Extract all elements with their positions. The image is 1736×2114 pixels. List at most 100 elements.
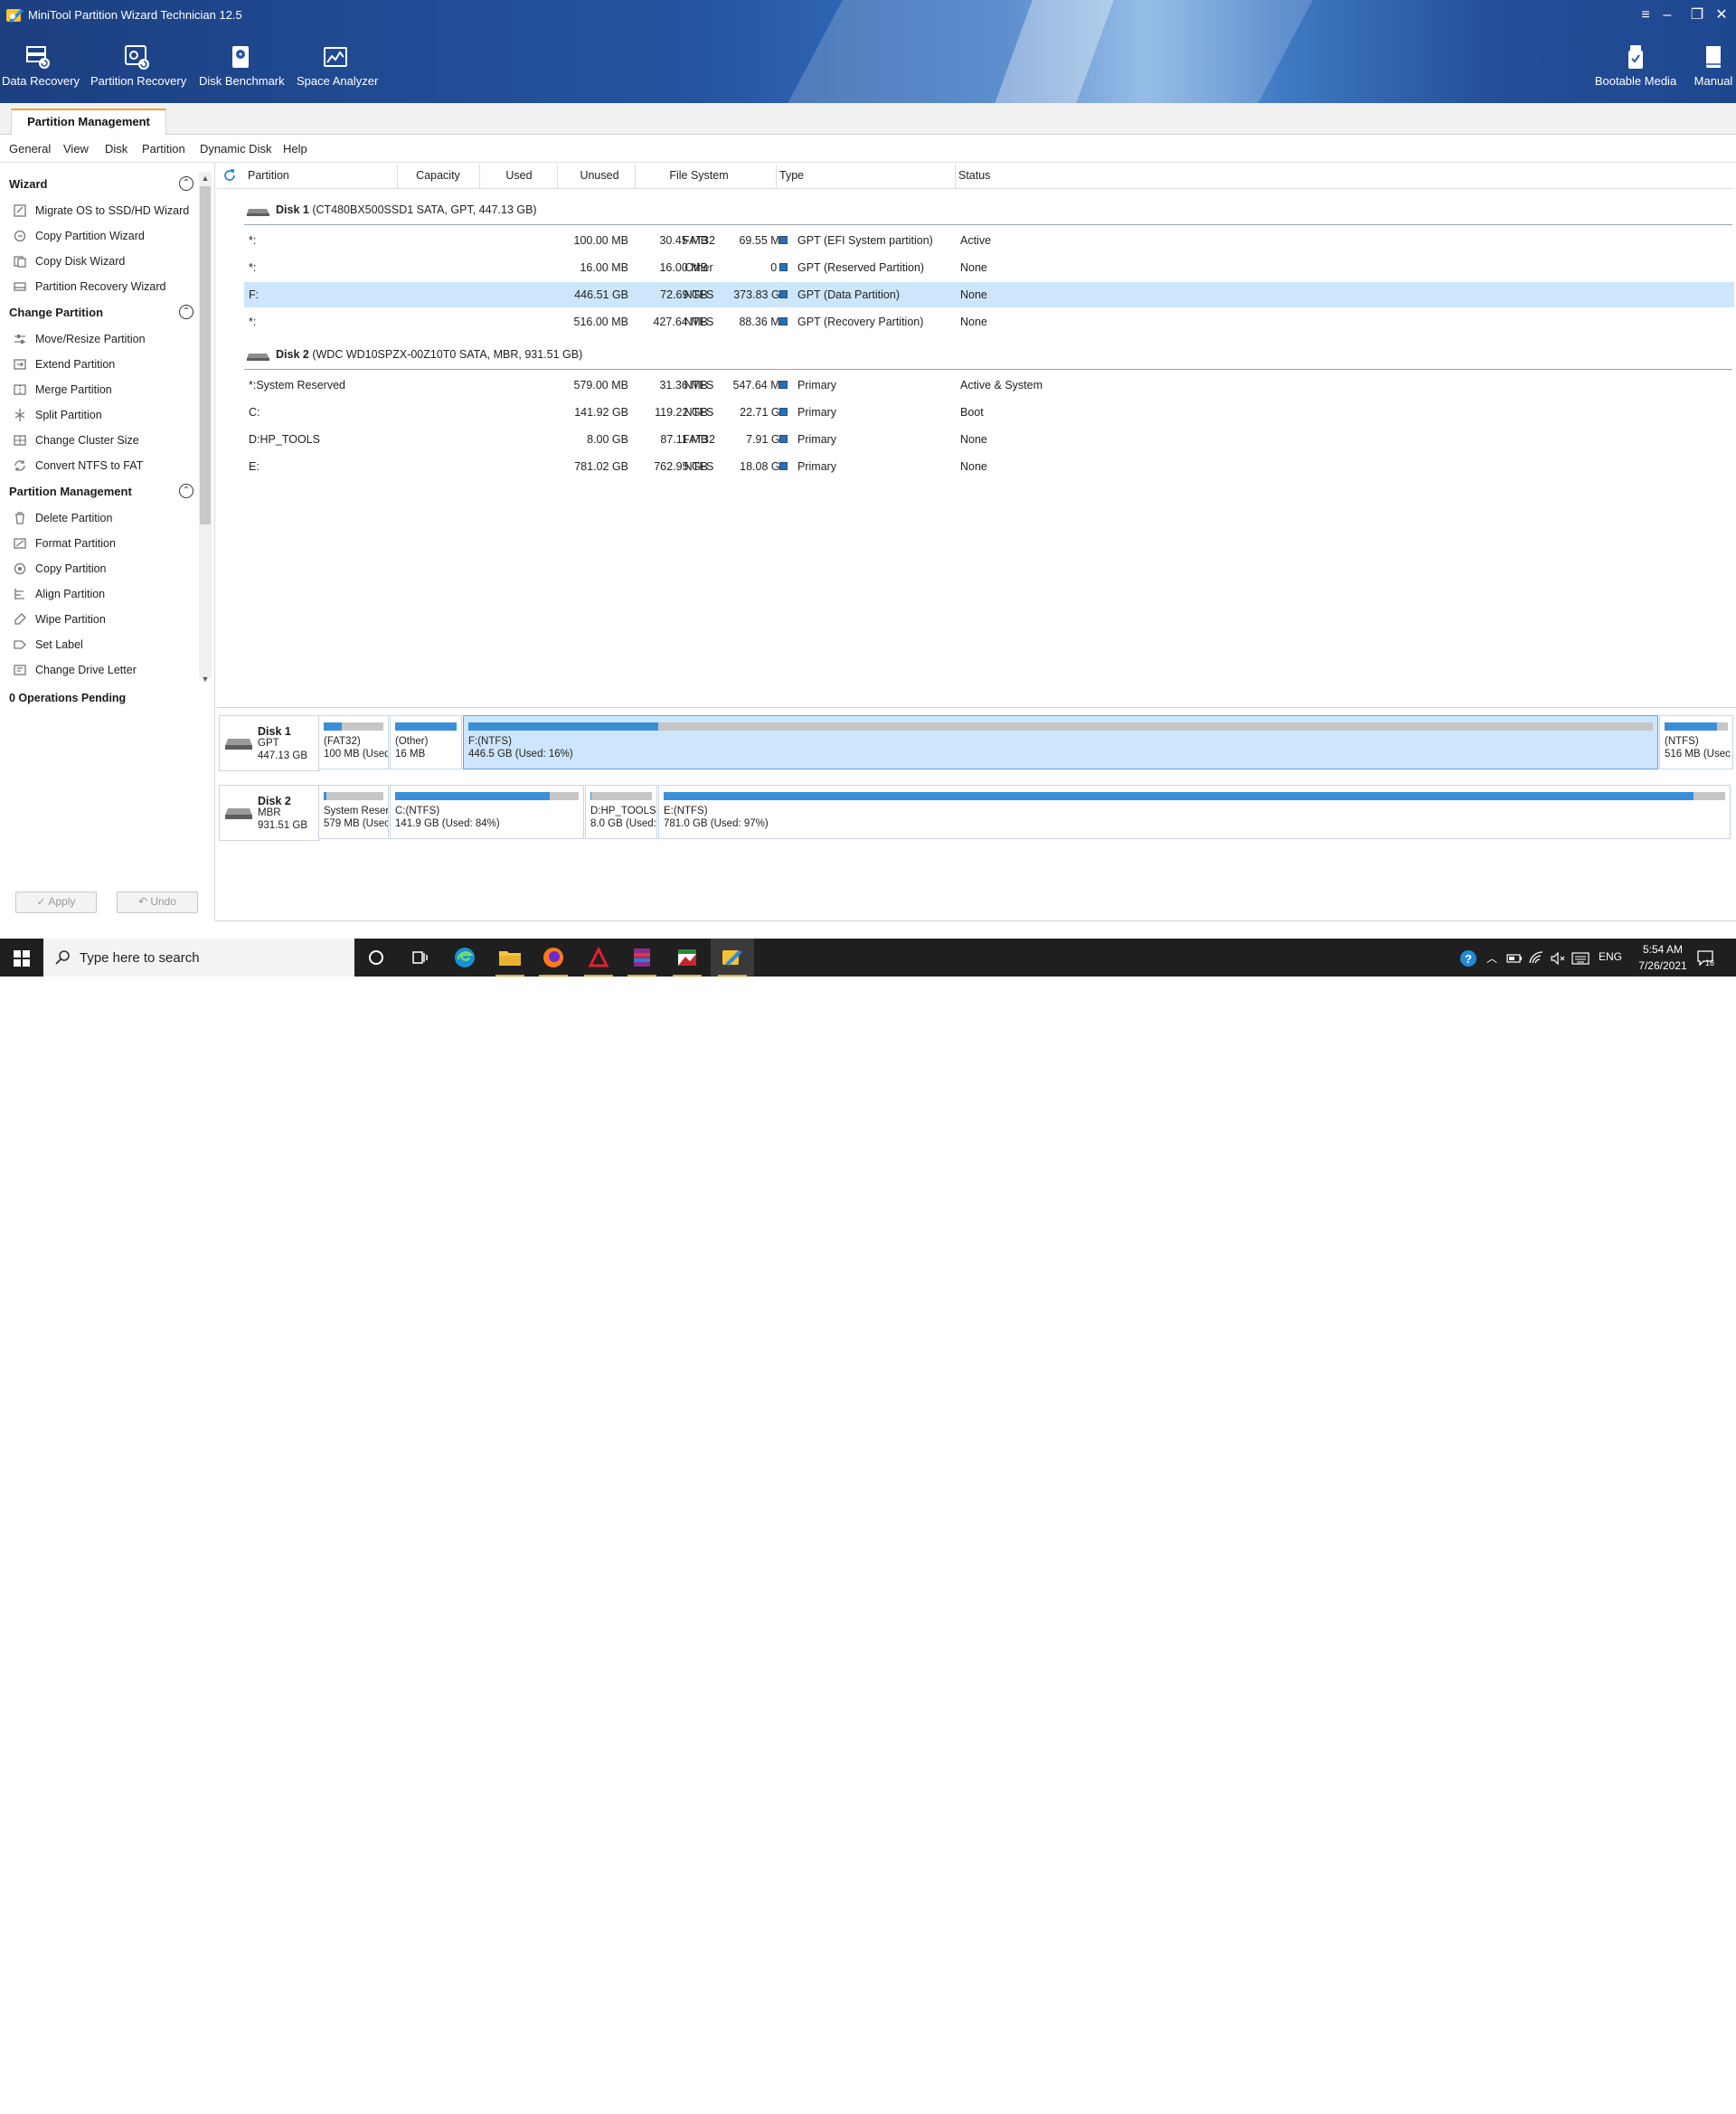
sidebar-item-delete[interactable]: Delete Partition [11,508,196,528]
col-header-used[interactable]: Used [480,169,558,182]
sidebar-item-copy[interactable]: Copy Partition [11,559,196,579]
partition-block[interactable]: D:HP_TOOLS( 8.0 GB (Used: [585,785,657,839]
partition-block[interactable]: (FAT32) 100 MB (Used [318,715,389,769]
table-row[interactable]: E: 781.02 GB 762.95 GB 18.08 GB NTFS Pri… [244,454,1734,479]
left-panel-scroll-thumb[interactable] [200,186,211,524]
taskbar-media-app[interactable] [665,939,709,977]
drive-letter-icon [11,662,29,678]
menu-disk[interactable]: Disk [105,142,127,156]
table-row[interactable]: D:HP_TOOLS 8.00 GB 87.11 MB 7.91 GB FAT3… [244,427,1734,452]
clock-date[interactable]: 7/26/2021 [1633,959,1693,972]
partition-block-selected[interactable]: F:(NTFS) 446.5 GB (Used: 16%) [463,715,1658,769]
show-hidden-icons-icon[interactable]: ︿ [1486,950,1497,966]
table-row[interactable]: *:System Reserved 579.00 MB 31.36 MB 547… [244,373,1734,398]
sidebar-item-convert-ntfs-fat[interactable]: Convert NTFS to FAT [11,456,196,476]
align-partition-icon [11,586,29,602]
hamburger-menu-icon[interactable]: ≡ [1636,5,1656,25]
col-header-file-system[interactable]: File System [636,169,762,182]
disk-header-divider [244,369,1732,370]
taskbar-file-explorer[interactable] [488,939,532,977]
sidebar-item-extend[interactable]: Extend Partition [11,354,196,374]
battery-icon[interactable] [1506,953,1523,964]
refresh-icon[interactable] [222,168,237,183]
clock-time[interactable]: 5:54 AM [1638,943,1687,956]
collapse-change-partition-icon[interactable]: ⌃ [179,305,193,319]
table-row[interactable]: *: 516.00 MB 427.64 MB 88.36 MB NTFS GPT… [244,309,1734,335]
scroll-down-icon[interactable]: ▼ [200,675,211,684]
sidebar-item-move-resize[interactable]: Move/Resize Partition [11,329,196,349]
manual-button[interactable]: Manual [1691,43,1736,88]
menu-dynamic-disk[interactable]: Dynamic Disk [200,142,271,156]
restore-icon[interactable]: ❐ [1687,5,1707,25]
col-header-unused[interactable]: Unused [558,169,641,182]
sidebar-item-wipe[interactable]: Wipe Partition [11,609,196,629]
col-header-partition[interactable]: Partition [248,169,289,182]
sidebar-item-change-drive-letter[interactable]: Change Drive Letter [11,660,196,680]
col-header-status[interactable]: Status [958,169,990,182]
disk-1-name: Disk 1 [276,203,309,216]
undo-button[interactable]: ↶ Undo [117,892,198,913]
sidebar-item-migrate-os[interactable]: Migrate OS to SSD/HD Wizard [11,201,196,221]
menu-general[interactable]: General [9,142,51,156]
bootable-media-button[interactable]: Bootable Media [1593,43,1678,88]
disk-benchmark-icon [232,46,249,68]
menu-partition[interactable]: Partition [142,142,185,156]
taskbar-partition-wizard[interactable] [711,939,754,977]
minimize-icon[interactable]: – [1657,5,1677,25]
col-header-capacity[interactable]: Capacity [398,169,478,182]
partition-block[interactable]: (NTFS) 516 MB (Usec [1659,715,1733,769]
sidebar-item-change-cluster-size[interactable]: Change Cluster Size [11,430,196,450]
close-icon[interactable]: ✕ [1712,5,1731,25]
partition-block[interactable]: E:(NTFS) 781.0 GB (Used: 97%) [658,785,1731,839]
sidebar-item-merge[interactable]: Merge Partition [11,380,196,400]
window-title: MiniTool Partition Wizard Technician 12.… [28,8,242,22]
keyboard-icon[interactable] [1571,952,1590,965]
table-row-selected[interactable]: F: 446.51 GB 72.69 GB 373.83 GB NTFS GPT… [244,282,1734,307]
sidebar-item-format[interactable]: Format Partition [11,533,196,553]
wifi-icon[interactable] [1528,950,1544,965]
menu-view[interactable]: View [63,142,89,156]
help-icon[interactable]: ? [1459,949,1477,967]
cortana-button[interactable] [354,939,398,977]
start-button[interactable] [0,939,43,977]
disk-map-card-disk-1[interactable]: Disk 1 GPT 447.13 GB [219,715,320,771]
partition-block[interactable]: System Reser 579 MB (Usec [318,785,389,839]
partition-block[interactable]: C:(NTFS) 141.9 GB (Used: 84%) [390,785,584,839]
disk-2-header[interactable]: Disk 2 (WDC WD10SPZX-00Z10T0 SATA, MBR, … [276,348,582,361]
sidebar-item-align[interactable]: Align Partition [11,584,196,604]
collapse-wizard-icon[interactable]: ⌃ [179,176,193,191]
table-row[interactable]: *: 16.00 MB 16.00 MB 0 B Other GPT (Rese… [244,255,1734,280]
table-row[interactable]: C: 141.92 GB 119.22 GB 22.71 GB NTFS Pri… [244,400,1734,425]
scroll-up-icon[interactable]: ▲ [200,174,211,183]
sidebar-item-set-label[interactable]: Set Label [11,635,196,655]
sidebar-item-split[interactable]: Split Partition [11,405,196,425]
table-row[interactable]: *: 100.00 MB 30.45 MB 69.55 MB FAT32 GPT… [244,228,1734,253]
task-view-button[interactable] [398,939,441,977]
collapse-partition-management-icon[interactable]: ⌃ [179,484,193,498]
usage-bar-fill [664,792,1694,800]
cell-type: Primary [797,460,837,473]
language-indicator[interactable]: ENG [1599,950,1622,963]
cell-partition: F: [249,288,259,301]
menu-help[interactable]: Help [283,142,307,156]
sidebar-item-copy-disk-wizard[interactable]: Copy Disk Wizard [11,251,196,271]
partition-type-swatch [779,317,788,326]
tab-partition-management[interactable]: Partition Management [11,109,166,136]
volume-muted-icon[interactable] [1550,951,1566,966]
disk-map-card-disk-2[interactable]: Disk 2 MBR 931.51 GB [219,785,320,841]
data-recovery-button[interactable]: Data Recovery [2,43,80,88]
partition-block[interactable]: (Other) 16 MB [390,715,462,769]
space-analyzer-button[interactable]: Space Analyzer [297,43,378,88]
partition-recovery-button[interactable]: Partition Recovery [90,43,186,88]
taskbar-edge[interactable] [443,939,486,977]
edge-icon [455,948,475,967]
sidebar-item-copy-partition-wizard[interactable]: Copy Partition Wizard [11,226,196,246]
taskbar-acrobat[interactable] [577,939,620,977]
disk-benchmark-button[interactable]: Disk Benchmark [199,43,285,88]
taskbar-winrar[interactable] [620,939,664,977]
sidebar-item-partition-recovery-wizard[interactable]: Partition Recovery Wizard [11,277,196,297]
apply-button[interactable]: ✓ Apply [15,892,97,913]
disk-1-header[interactable]: Disk 1 (CT480BX500SSD1 SATA, GPT, 447.13… [276,203,537,216]
col-header-type[interactable]: Type [779,169,804,182]
taskbar-firefox[interactable] [532,939,575,977]
